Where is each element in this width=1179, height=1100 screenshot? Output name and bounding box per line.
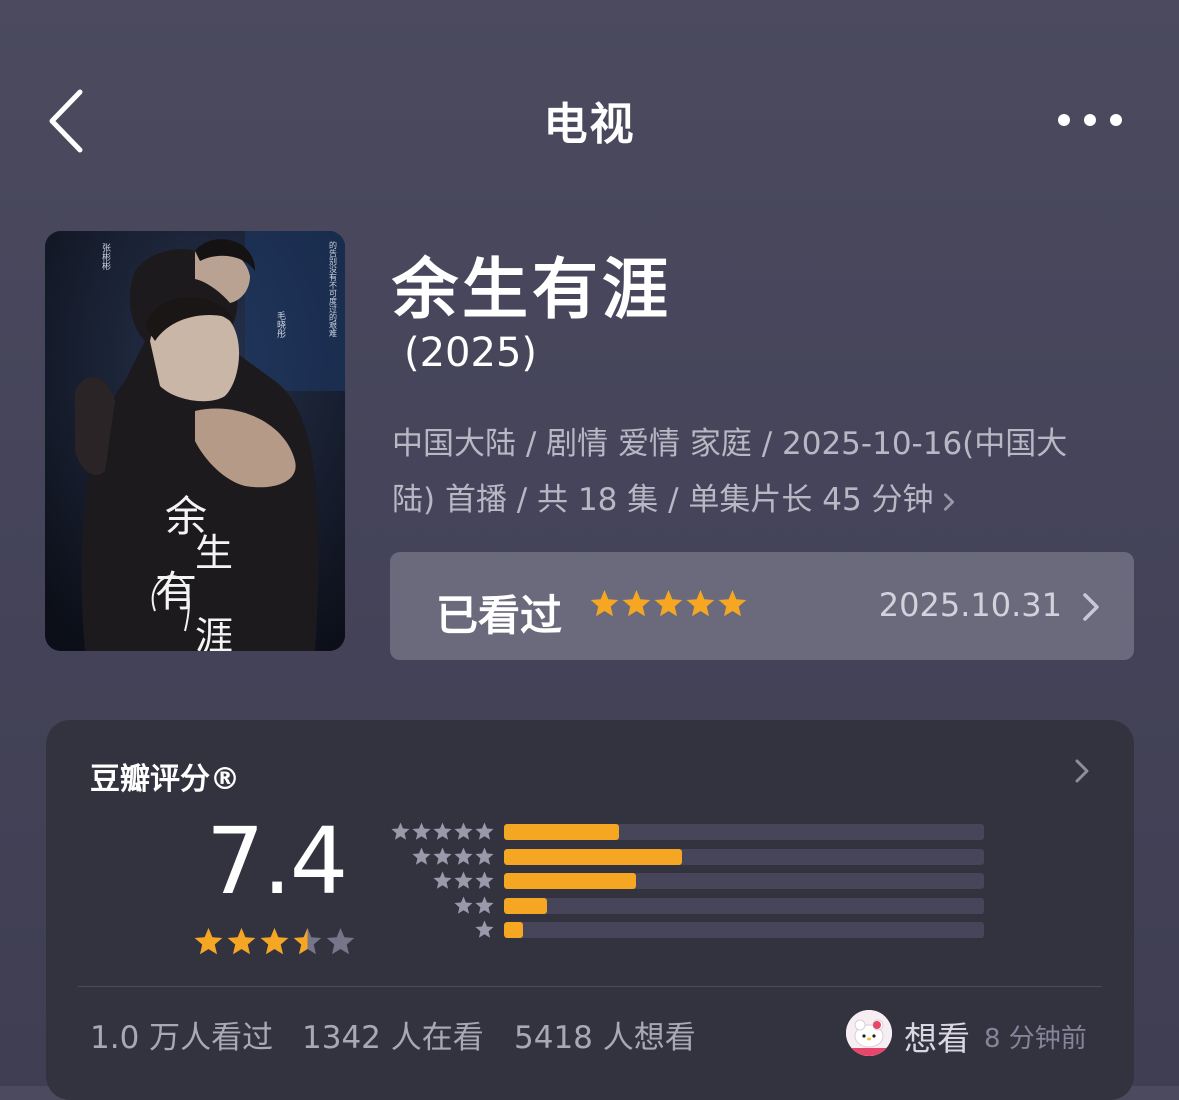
show-meta-line1: 中国大陆 / 剧情 爱情 家庭 / 2025-10-16(中国大 <box>392 426 1068 462</box>
show-poster[interactable]: 张彬彬 毛晓彤 的告别没有不可度过的艰难 余 生 有 涯 <box>45 231 345 651</box>
watched-date: 2025.10.31 <box>878 586 1062 624</box>
douban-score-stars <box>194 928 355 955</box>
star-icon <box>412 847 431 865</box>
chevron-right-icon <box>943 492 954 511</box>
watched-label: 已看过 <box>436 591 563 640</box>
friend-time: 8 分钟前 <box>984 1024 1087 1054</box>
star-icon <box>433 871 452 889</box>
rating-bar-stars <box>412 847 494 865</box>
star-icon <box>475 822 494 840</box>
poster-image: 张彬彬 毛晓彤 的告别没有不可度过的艰难 余 生 有 涯 <box>45 231 345 651</box>
douban-score: 7.4 <box>206 808 348 915</box>
stat-want[interactable]: 5418 人想看 <box>514 1012 696 1057</box>
star-icon-filled <box>654 590 683 617</box>
rating-bar-stars <box>391 822 494 840</box>
watched-stars <box>590 590 747 617</box>
rating-bar-row <box>376 845 986 869</box>
rating-bar-row <box>376 918 986 942</box>
rating-bar-stars <box>475 920 494 938</box>
rating-bar-track <box>504 897 984 914</box>
star-icon-filled <box>227 928 256 955</box>
rating-bar-track <box>504 848 984 865</box>
star-icon <box>454 847 473 865</box>
star-icon <box>454 871 473 889</box>
divider <box>78 986 1102 987</box>
rating-bar-track <box>504 824 984 840</box>
rating-bar-fill <box>504 922 524 938</box>
rating-bar-row <box>376 869 986 893</box>
douban-rating-title: 豆瓣评分® <box>90 762 240 797</box>
rating-bar-stars <box>454 896 494 914</box>
stat-watching[interactable]: 1342 人在看 <box>302 1012 484 1057</box>
star-icon <box>326 928 355 955</box>
douban-rating-card: 豆瓣评分® 7.4 1.0 万人看过 1342 人在看 5418 人想看 想看 … <box>46 720 1134 1100</box>
star-icon <box>475 871 494 889</box>
friend-action: 想看 <box>904 1019 970 1058</box>
show-year: (2025) <box>404 330 538 376</box>
star-icon <box>475 847 494 865</box>
star-icon-filled <box>718 590 747 617</box>
poster-calligraphy-3: 有 <box>155 567 197 616</box>
rating-bar-row <box>376 894 986 918</box>
star-icon <box>433 847 452 865</box>
svg-text:张彬彬: 张彬彬 <box>100 243 111 271</box>
rating-bar-track <box>504 922 984 938</box>
avatar-hello-kitty-icon <box>846 1010 892 1056</box>
star-icon-filled <box>590 590 619 617</box>
star-icon <box>391 822 410 840</box>
poster-calligraphy-2: 生 <box>195 531 233 575</box>
star-icon <box>475 920 494 938</box>
more-button[interactable] <box>1050 100 1130 140</box>
chevron-right-icon[interactable] <box>1074 758 1090 784</box>
more-dots-icon <box>1058 114 1122 126</box>
page-title: 电视 <box>543 99 636 150</box>
rating-bar-fill <box>504 873 636 889</box>
watched-status-card[interactable]: 已看过 2025.10.31 <box>390 552 1134 660</box>
star-icon-filled <box>194 928 223 955</box>
star-icon <box>412 822 431 840</box>
star-icon <box>454 822 473 840</box>
chevron-right-icon <box>1083 593 1099 621</box>
star-icon-filled <box>260 928 289 955</box>
svg-text:毛晓彤: 毛晓彤 <box>275 310 286 339</box>
rating-bar-fill <box>504 824 620 840</box>
show-meta[interactable]: 中国大陆 / 剧情 爱情 家庭 / 2025-10-16(中国大 陆) 首播 /… <box>392 416 1132 528</box>
star-icon-filled <box>622 590 651 617</box>
rating-bar-fill <box>504 848 682 865</box>
rating-bar-row <box>376 820 986 844</box>
star-icon <box>475 896 494 914</box>
svg-text:的告别没有不可度过的艰难: 的告别没有不可度过的艰难 <box>329 240 338 338</box>
star-icon <box>433 822 452 840</box>
star-icon-filled <box>686 590 715 617</box>
show-name: 余生有涯 <box>392 251 672 328</box>
rating-bar-track <box>504 873 984 889</box>
stat-watched[interactable]: 1.0 万人看过 <box>90 1012 273 1057</box>
poster-calligraphy-4: 涯 <box>195 614 233 651</box>
show-meta-line2: 陆) 首播 / 共 18 集 / 单集片长 45 分钟 <box>392 482 934 518</box>
star-icon <box>454 896 473 914</box>
rating-bar-fill <box>504 897 548 914</box>
rating-bar-stars <box>433 871 494 889</box>
friend-avatar[interactable] <box>846 1010 892 1056</box>
